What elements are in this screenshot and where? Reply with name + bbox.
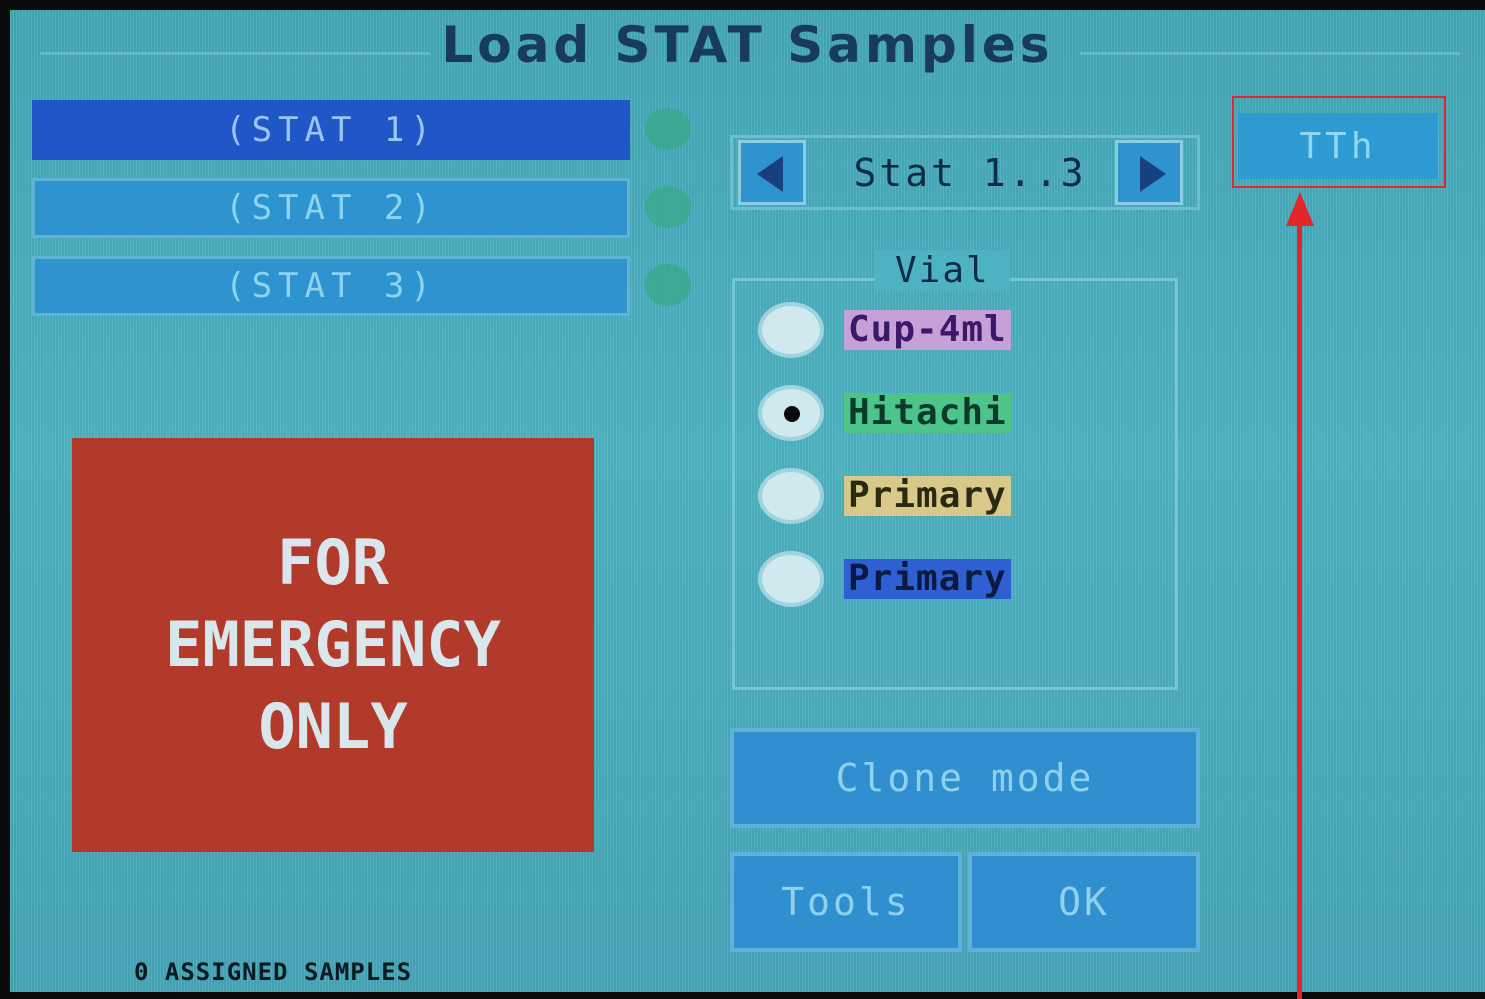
highlight-box [1232, 96, 1446, 188]
vial-group-legend: Vial [875, 250, 1010, 291]
arrow-right-icon [1140, 156, 1166, 192]
stat-slot-1-button[interactable]: (STAT 1) [32, 100, 630, 160]
previous-range-button[interactable] [738, 140, 806, 205]
vial-radio-primary-1[interactable] [758, 468, 824, 524]
vial-radio-primary-2[interactable] [758, 551, 824, 607]
stat-slot-3-button[interactable]: (STAT 3) [32, 256, 630, 316]
device-screen: Load STAT Samples (STAT 1) (STAT 2) (STA… [10, 10, 1485, 992]
vial-radio-cup-4ml[interactable] [758, 302, 824, 358]
vial-radio-hitachi[interactable] [758, 385, 824, 441]
stat-2-indicator-led [645, 186, 691, 228]
emergency-line-3: ONLY [258, 690, 408, 763]
vial-option-label: Primary [844, 559, 1011, 599]
emergency-line-1: FOR [277, 526, 389, 599]
vial-option-label: Cup-4ml [844, 310, 1011, 350]
emergency-line-2: EMERGENCY [165, 608, 501, 681]
radio-selected-dot [784, 406, 800, 422]
stat-slot-2-button[interactable]: (STAT 2) [32, 178, 630, 238]
ok-button[interactable]: OK [968, 852, 1200, 952]
next-range-button[interactable] [1115, 140, 1183, 205]
stat-range-label: Stat 1..3 [853, 151, 1087, 195]
stat-3-indicator-led [645, 264, 691, 306]
window-title: Load STAT Samples [441, 16, 1054, 74]
vial-option-label: Hitachi [844, 393, 1011, 433]
vial-option-label: Primary [844, 476, 1011, 516]
stat-1-indicator-led [645, 108, 691, 150]
tools-button[interactable]: Tools [730, 852, 962, 952]
clone-mode-button[interactable]: Clone mode [730, 728, 1200, 828]
emergency-warning-panel: FOR EMERGENCY ONLY [72, 438, 594, 852]
annotation-arrow-shaft [1297, 220, 1302, 999]
assigned-samples-status: 0 ASSIGNED SAMPLES [134, 958, 413, 986]
arrow-left-icon [757, 156, 783, 192]
